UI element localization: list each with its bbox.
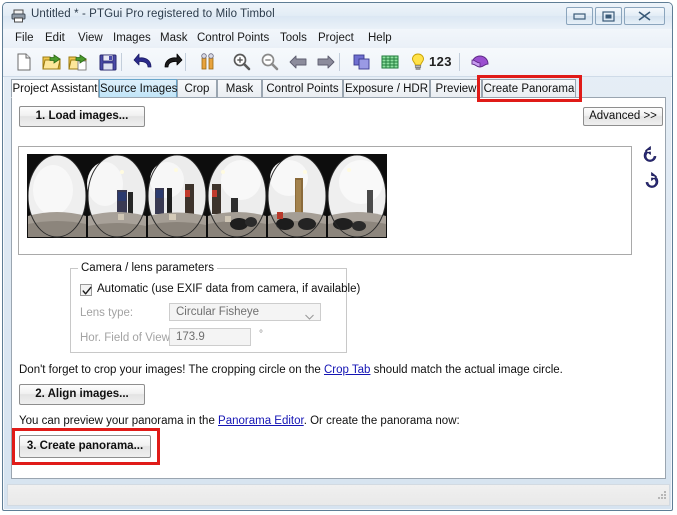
tab-crop[interactable]: Crop [177, 79, 217, 98]
lens-type-value: Circular Fisheye [176, 306, 260, 318]
tab-mask[interactable]: Mask [217, 79, 262, 98]
crop-hint-part2: should match the actual image circle. [370, 364, 563, 376]
menu-view[interactable]: View [76, 32, 105, 44]
crop-hint-part1: Don't forget to crop your images! The cr… [19, 364, 324, 376]
menu-file[interactable]: File [13, 32, 36, 44]
source-thumbnail-3[interactable] [147, 154, 207, 238]
field-of-view-input[interactable]: 173.9 [169, 328, 251, 346]
camera-lens-parameters-legend: Camera / lens parameters [78, 262, 217, 274]
lightbulb-icon[interactable] [407, 51, 429, 73]
save-icon[interactable] [97, 51, 119, 73]
toolbar-separator [459, 53, 460, 71]
open-project-icon[interactable] [41, 51, 63, 73]
lens-type-select[interactable]: Circular Fisheye [169, 303, 321, 321]
numbers-icon[interactable]: 123 [429, 54, 452, 69]
create-panorama-button[interactable]: 3. Create panorama... [19, 435, 151, 458]
zoom-in-icon[interactable] [231, 51, 253, 73]
source-thumbnail-4[interactable] [207, 154, 267, 238]
menu-tools[interactable]: Tools [278, 32, 309, 44]
degree-unit-label: ° [259, 329, 263, 340]
tab-control-points[interactable]: Control Points [262, 79, 343, 98]
rotate-clockwise-icon[interactable] [641, 171, 661, 191]
resize-grip-icon[interactable] [655, 489, 667, 504]
window-title: Untitled * - PTGui Pro registered to Mil… [31, 8, 275, 20]
close-button[interactable] [624, 7, 665, 25]
field-of-view-label: Hor. Field of View: [80, 332, 174, 344]
book-icon[interactable] [469, 51, 491, 73]
previous-icon[interactable] [287, 51, 309, 73]
crop-hint-text: Don't forget to crop your images! The cr… [19, 364, 563, 376]
app-printer-icon [11, 9, 26, 23]
menu-images[interactable]: Images [111, 32, 153, 44]
chevron-down-icon [305, 311, 314, 323]
maximize-button[interactable] [595, 7, 622, 25]
save-as-icon[interactable] [67, 51, 89, 73]
menu-control-points[interactable]: Control Points [195, 32, 271, 44]
menu-project[interactable]: Project [316, 32, 356, 44]
field-of-view-value: 173.9 [176, 331, 205, 343]
next-icon[interactable] [315, 51, 337, 73]
preview-hint-part1: You can preview your panorama in the [19, 415, 219, 427]
application-window: Untitled * - PTGui Pro registered to Mil… [2, 2, 673, 511]
source-thumbnail-6[interactable] [327, 154, 387, 238]
new-project-icon[interactable] [13, 51, 35, 73]
crop-tab-link[interactable]: Crop Tab [324, 364, 370, 376]
tab-exposure-hdr[interactable]: Exposure / HDR [343, 79, 430, 98]
menu-help[interactable]: Help [366, 32, 394, 44]
preview-hint-text: You can preview your panorama in the Pan… [19, 415, 460, 427]
source-thumbnail-5[interactable] [267, 154, 327, 238]
redo-icon[interactable] [161, 51, 183, 73]
toolbar: 123 [3, 48, 672, 77]
preview-hint-part2: . Or create the panorama now: [303, 415, 460, 427]
toolbar-separator [339, 53, 340, 71]
source-thumbnail-1[interactable] [27, 154, 87, 238]
source-thumbnail-2[interactable] [87, 154, 147, 238]
grid-icon[interactable] [379, 51, 401, 73]
automatic-exif-checkbox[interactable] [80, 284, 92, 296]
align-tools-icon[interactable] [197, 51, 219, 73]
source-images-thumbnail-panel [18, 146, 632, 255]
advanced-button[interactable]: Advanced >> [583, 107, 663, 126]
menu-mask[interactable]: Mask [158, 32, 189, 44]
panorama-editor-link[interactable]: Panorama Editor [218, 415, 304, 427]
tab-strip: Project Assistant Source Images Crop Mas… [11, 79, 666, 98]
rotate-counterclockwise-icon[interactable] [641, 145, 661, 165]
menu-bar: File Edit View Images Mask Control Point… [3, 29, 672, 48]
zoom-out-icon[interactable] [259, 51, 281, 73]
menu-edit[interactable]: Edit [43, 32, 67, 44]
status-bar [7, 484, 670, 506]
tab-source-images[interactable]: Source Images [99, 79, 177, 98]
tab-create-panorama[interactable]: Create Panorama [482, 79, 576, 98]
toolbar-separator [185, 53, 186, 71]
automatic-exif-label: Automatic (use EXIF data from camera, if… [97, 283, 361, 295]
load-images-button[interactable]: 1. Load images... [19, 106, 145, 127]
layers-icon[interactable] [351, 51, 373, 73]
minimize-button[interactable] [566, 7, 593, 25]
lens-type-label: Lens type: [80, 307, 134, 319]
toolbar-separator [121, 53, 122, 71]
align-images-button[interactable]: 2. Align images... [19, 384, 145, 405]
undo-icon[interactable] [133, 51, 155, 73]
tab-project-assistant[interactable]: Project Assistant [11, 79, 99, 98]
title-bar: Untitled * - PTGui Pro registered to Mil… [3, 3, 672, 30]
tab-preview[interactable]: Preview [430, 79, 482, 98]
